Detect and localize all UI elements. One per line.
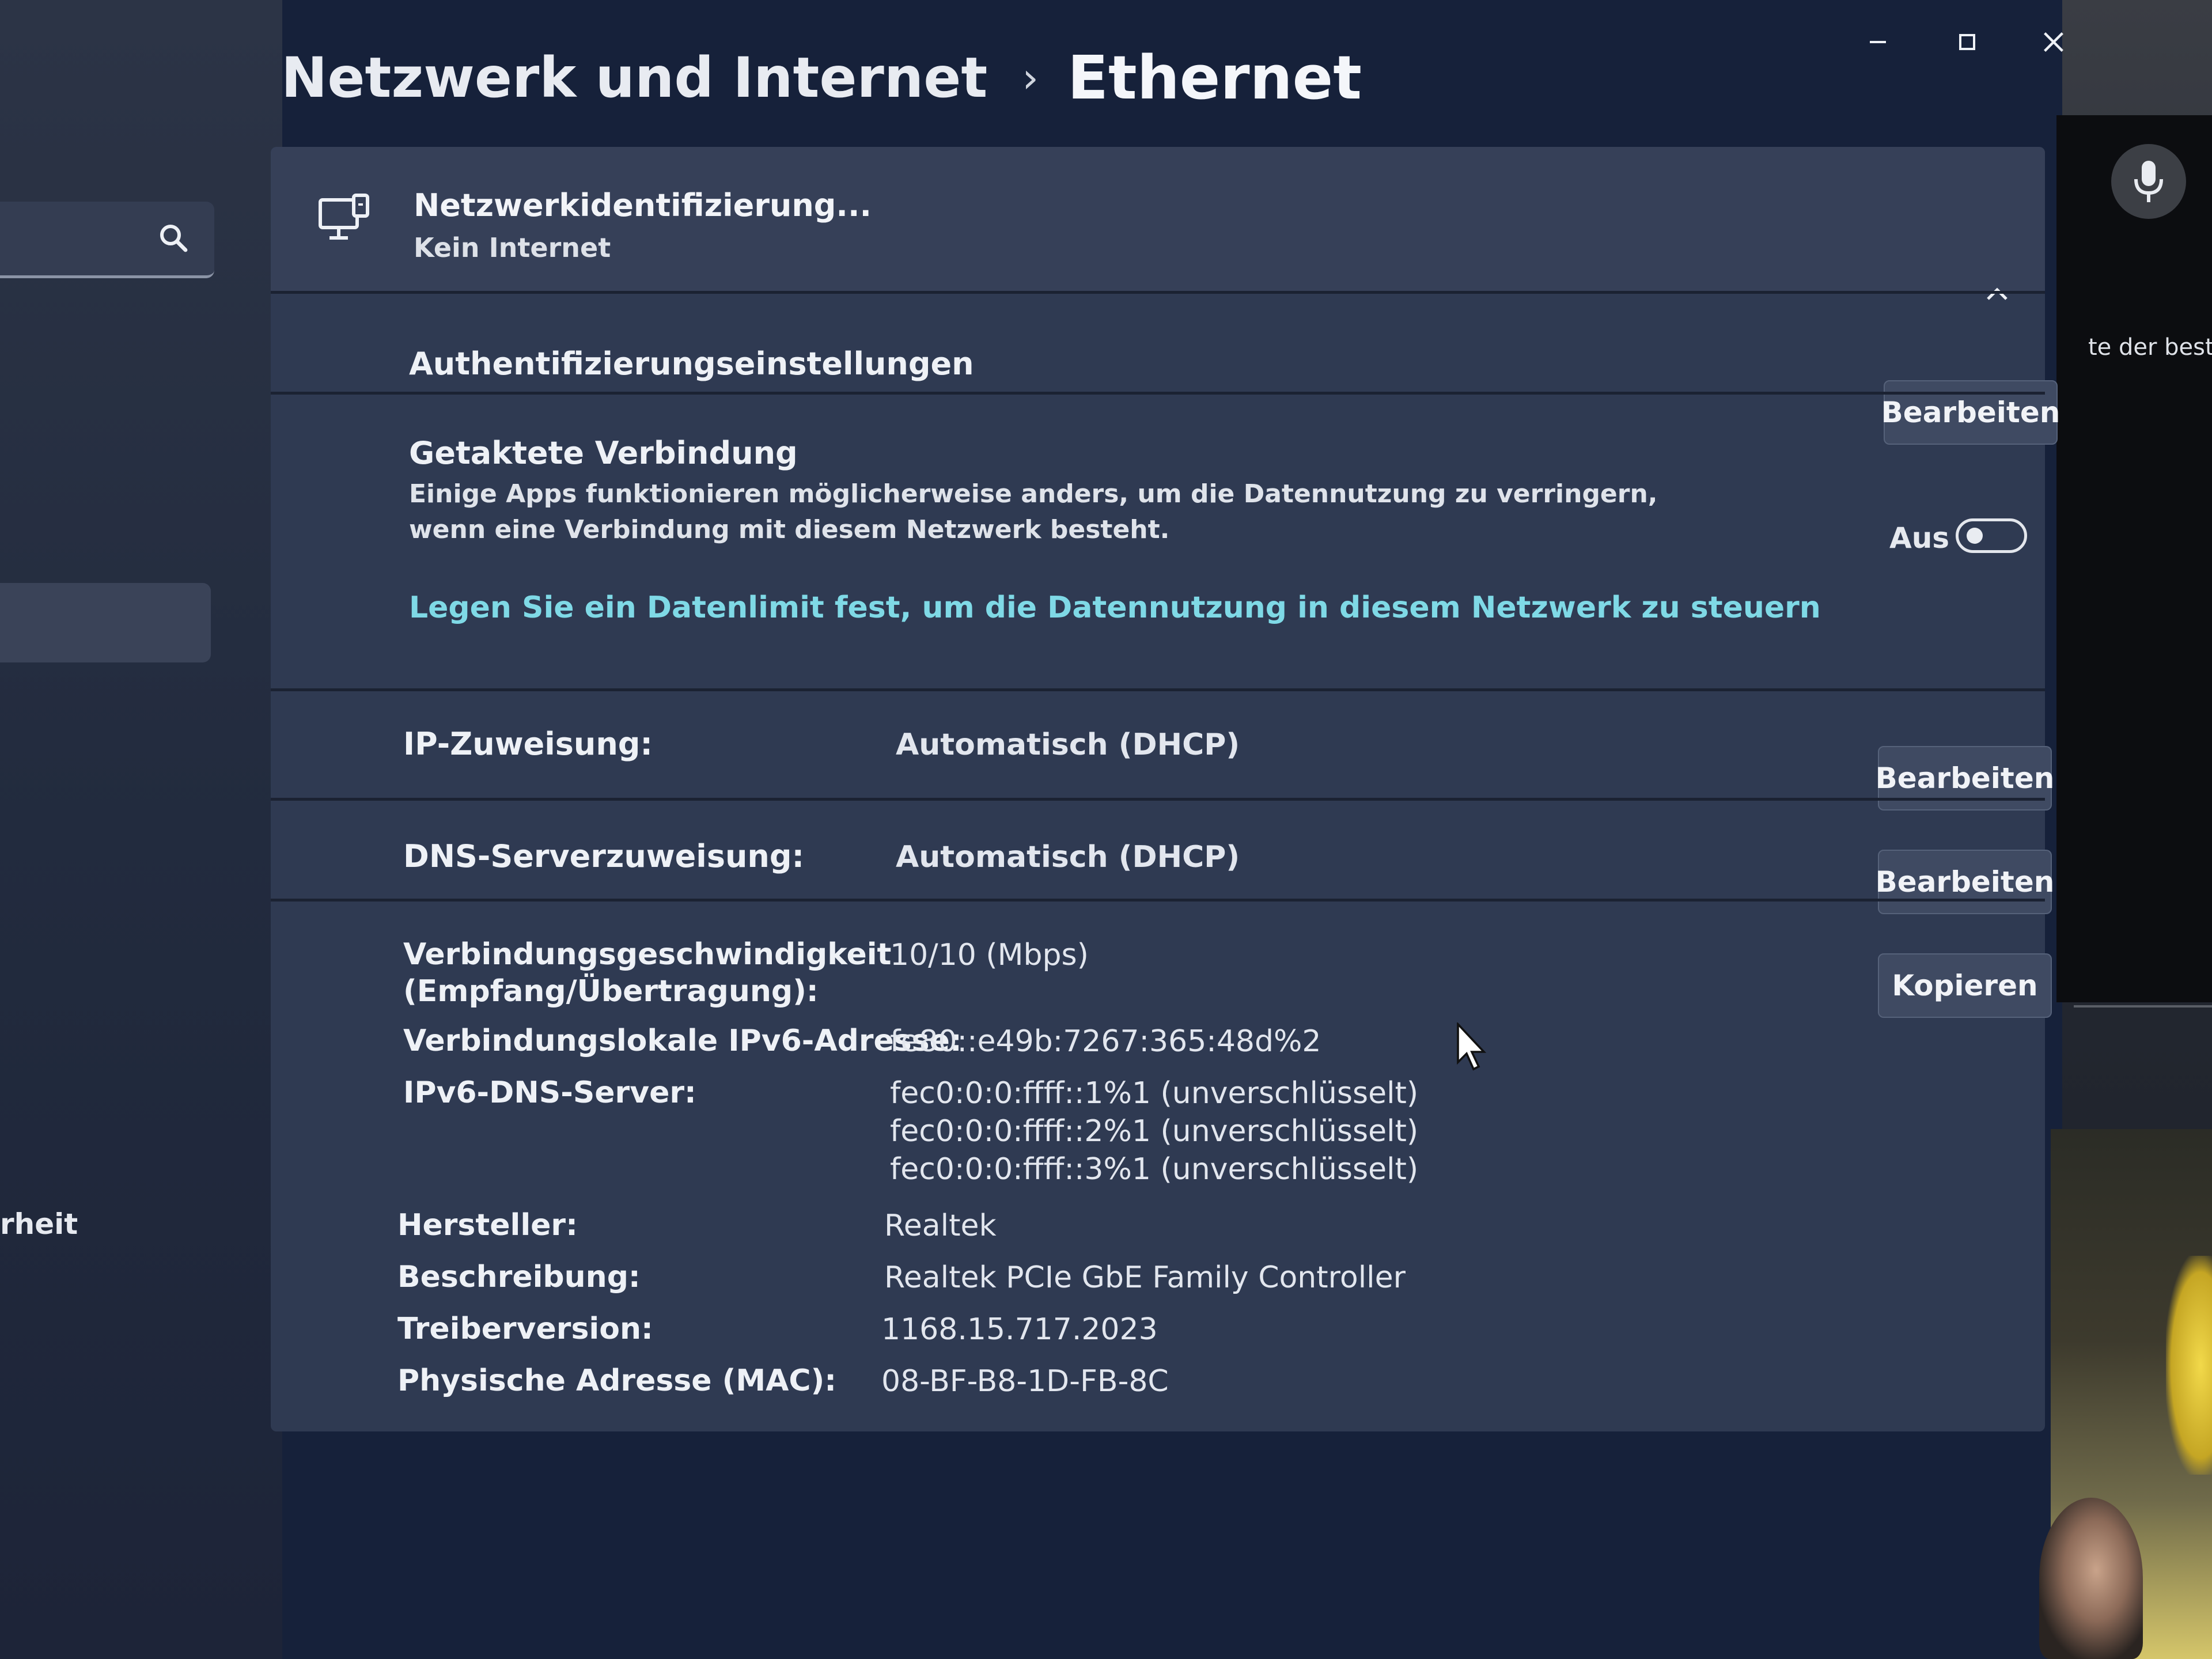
metered-connection-description: Einige Apps funktionieren möglicherweise… [409,479,1658,544]
driver-version-value: 1168.15.717.2023 [881,1312,1158,1347]
dns-assignment-label: DNS-Serverzuweisung: [403,838,805,874]
page-title: Ethernet [1067,43,1362,113]
ip-edit-button[interactable]: Bearbeiten [1876,746,2054,810]
metered-toggle[interactable] [1956,518,2027,553]
link-speed-label-line1: Verbindungsgeschwindigkeit [403,937,892,972]
maximize-icon [1959,34,1975,50]
breadcrumb: Netzwerk und Internet › Ethernet [281,32,1362,124]
mouse-pointer-icon [1457,1022,1487,1071]
ipv6-dns-server: fec0:0:0:ffff::2%1 (unverschlüsselt) [890,1114,1419,1149]
auth-edit-button[interactable]: Bearbeiten [1881,380,2060,445]
mac-address-label: Physische Adresse (MAC): [397,1363,837,1398]
breadcrumb-separator: › [1022,54,1039,102]
ipv6-dns-server: fec0:0:0:ffff::1%1 (unverschlüsselt) [890,1076,1419,1111]
divider [271,798,2045,801]
manufacturer-label: Hersteller: [397,1208,578,1243]
link-speed-label-line2: (Empfang/Übertragung): [403,974,819,1009]
metered-connection-label: Getaktete Verbindung [409,435,798,471]
network-monitor-icon [319,194,369,240]
toggle-knob [1967,528,1983,544]
settings-window: Netzwerk und Internet › Ethernet Netzwer… [0,0,2212,1659]
ipv6-dns-label: IPv6-DNS-Server: [403,1075,696,1110]
ipv6-address-label: Verbindungslokale IPv6-Adresse: [403,1024,962,1058]
minimize-button[interactable] [1846,16,1910,68]
manufacturer-value: Realtek [884,1209,997,1243]
metered-toggle-state: Aus [1889,521,1950,555]
ipv6-dns-server: fec0:0:0:ffff::3%1 (unverschlüsselt) [890,1152,1419,1187]
ipv6-address-value: fe80::e49b:7267:365:48d%2 [890,1024,1321,1059]
description-value: Realtek PCIe GbE Family Controller [884,1260,1406,1295]
divider [271,688,2045,691]
description-label: Beschreibung: [397,1260,641,1294]
network-status: Kein Internet [414,232,611,263]
divider [271,392,2045,395]
network-name: Netzwerkidentifizierung... [414,187,872,224]
ipv6-dns-values: fec0:0:0:ffff::1%1 (unverschlüsselt) fec… [890,1074,1418,1188]
link-speed-label: Verbindungsgeschwindigkeit (Empfang/Über… [403,936,891,1010]
ip-assignment-value: Automatisch (DHCP) [896,728,1240,762]
dns-assignment-value: Automatisch (DHCP) [896,840,1240,874]
driver-version-label: Treiberversion: [397,1312,653,1346]
maximize-button[interactable] [1936,16,1999,68]
divider [271,899,2045,902]
minimize-icon [1870,41,1886,43]
link-speed-value: 10/10 (Mbps) [890,938,1089,972]
auth-settings-label: Authentifizierungseinstellungen [409,346,974,382]
chevron-up-icon[interactable] [1984,285,2010,302]
breadcrumb-parent[interactable]: Netzwerk und Internet [281,46,987,110]
copy-button[interactable]: Kopieren [1878,953,2052,1018]
dns-edit-button[interactable]: Bearbeiten [1876,850,2054,914]
close-icon [2044,32,2063,52]
data-limit-link[interactable]: Legen Sie ein Datenlimit fest, um die Da… [409,590,1821,625]
ethernet-properties-card: Netzwerkidentifizierung... Kein Internet… [271,147,2060,1431]
divider [271,291,2045,294]
close-button[interactable] [2022,16,2085,68]
ip-assignment-label: IP-Zuweisung: [403,726,653,762]
mac-address-value: 08-BF-B8-1D-FB-8C [881,1364,1169,1399]
network-header[interactable]: Netzwerkidentifizierung... Kein Internet [271,147,2045,291]
